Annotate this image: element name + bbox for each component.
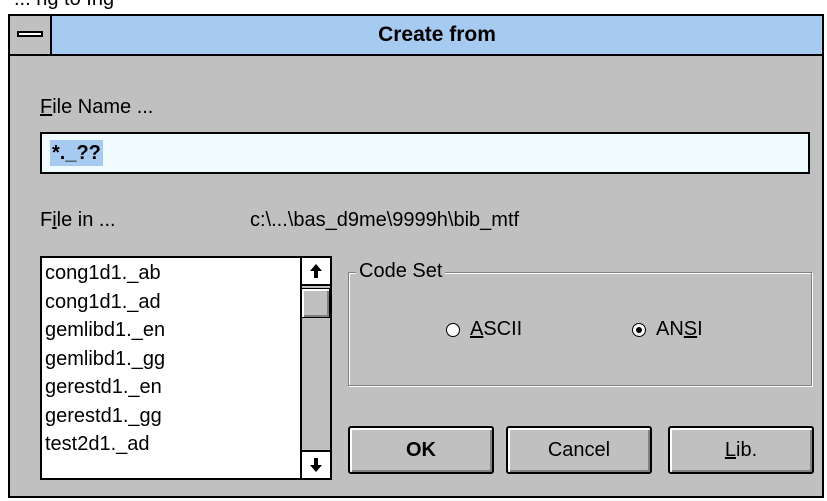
radio-checked-icon	[632, 322, 646, 337]
file-name-value: *._??	[50, 140, 103, 166]
system-menu-icon	[17, 31, 43, 37]
create-from-dialog: Create from File Name ... *._?? File in …	[8, 14, 824, 498]
lib-label-text: ib.	[736, 438, 758, 461]
ansi-mnemonic: S	[683, 318, 698, 340]
file-list[interactable]: cong1d1._ab cong1d1._ad gemlibd1._en gem…	[40, 256, 332, 480]
code-set-group	[348, 272, 812, 386]
lib-mnemonic: L	[724, 438, 736, 461]
radio-unchecked-icon	[446, 322, 460, 337]
title-bar: Create from	[10, 16, 822, 56]
file-in-label: File in ...	[40, 209, 116, 232]
ascii-label: ASCII	[470, 318, 522, 341]
arrow-up-icon	[310, 264, 322, 278]
list-item[interactable]: cong1d1._ab	[45, 259, 165, 288]
file-list-scrollbar[interactable]	[300, 258, 330, 478]
ansi-radio[interactable]: ANSI	[632, 318, 703, 341]
scroll-thumb[interactable]	[302, 288, 330, 318]
list-item[interactable]: gemlibd1._gg	[45, 345, 165, 374]
directory-path: c:\...\bas_d9me\9999h\bib_mtf	[250, 209, 520, 231]
file-name-label: File Name ...	[40, 96, 153, 119]
ansi-label-pre: AN	[656, 318, 684, 340]
scroll-up-button[interactable]	[302, 258, 330, 286]
ascii-mnemonic: A	[470, 318, 484, 340]
ansi-label: ANSI	[656, 318, 703, 341]
list-item[interactable]: cong1d1._ad	[45, 288, 165, 317]
ansi-label-rest: I	[697, 318, 703, 340]
list-item[interactable]: gerestd1._en	[45, 373, 165, 402]
scroll-down-button[interactable]	[302, 450, 330, 478]
ascii-radio[interactable]: ASCII	[446, 318, 522, 341]
file-in-label-text: le in ...	[56, 209, 116, 231]
ok-button[interactable]: OK	[348, 426, 494, 474]
file-name-mnemonic: F	[40, 96, 53, 118]
system-menu-button[interactable]	[10, 16, 52, 54]
list-item[interactable]: test2d1._ad	[45, 430, 165, 459]
arrow-down-icon	[310, 458, 322, 472]
code-set-title: Code Set	[356, 260, 446, 283]
ascii-label-text: SCII	[483, 318, 523, 340]
dialog-title: Create from	[378, 23, 496, 46]
list-item[interactable]: gemlibd1._en	[45, 316, 165, 345]
file-name-label-text: ile Name ...	[52, 96, 154, 118]
file-in-label-pre: F	[40, 209, 53, 231]
cancel-button[interactable]: Cancel	[506, 426, 652, 474]
file-name-input[interactable]: *._??	[40, 132, 810, 174]
lib-button[interactable]: Lib.	[668, 426, 814, 474]
list-item[interactable]: gerestd1._gg	[45, 402, 165, 431]
background-window-text: ... ng to Ing	[14, 0, 114, 11]
file-list-items: cong1d1._ab cong1d1._ad gemlibd1._en gem…	[45, 259, 165, 459]
